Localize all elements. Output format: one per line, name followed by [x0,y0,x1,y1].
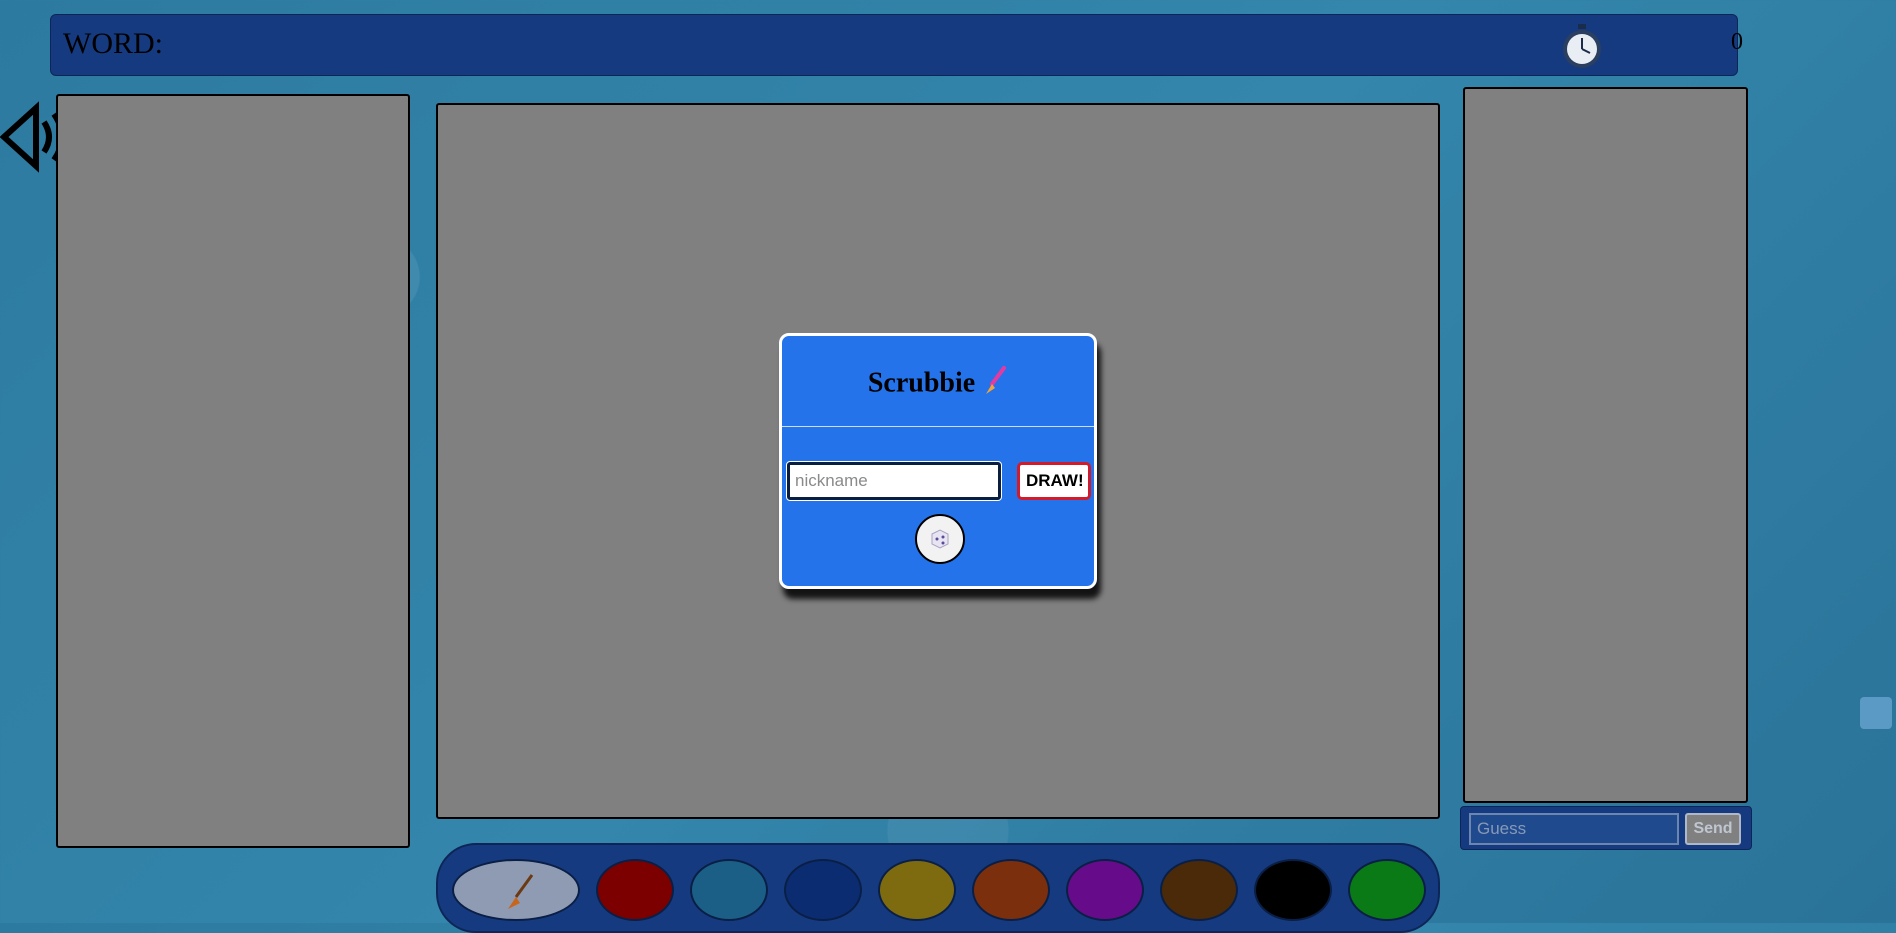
color-swatch-brown[interactable] [1160,859,1238,921]
color-swatch-red[interactable] [596,859,674,921]
join-modal: Scrubbie DRAW! [779,333,1097,589]
app-title: Scrubbie [867,367,976,399]
player-list-panel [56,94,410,848]
draw-button[interactable]: DRAW! [1017,462,1091,500]
random-name-button[interactable] [915,514,965,564]
side-widget-icon[interactable] [1860,697,1892,729]
dice-icon [928,527,952,556]
paintbrush-icon [982,366,1008,404]
color-swatch-navy[interactable] [784,859,862,921]
color-swatch-green[interactable] [1348,859,1426,921]
color-swatch-teal[interactable] [690,859,768,921]
modal-divider [782,426,1094,427]
chat-log-panel [1463,87,1748,803]
word-label: WORD: [63,27,163,60]
color-swatch-black[interactable] [1254,859,1332,921]
send-button[interactable]: Send [1685,813,1741,845]
stopwatch-icon [1559,23,1605,69]
guess-input[interactable] [1469,813,1679,845]
modal-title: Scrubbie [782,366,1094,404]
color-swatch-orange[interactable] [972,859,1050,921]
chat-bar: Send [1460,806,1752,850]
score: 0 [1731,29,1743,55]
color-swatch-purple[interactable] [1066,859,1144,921]
brush-icon [502,873,536,918]
nickname-input[interactable] [786,461,1002,501]
color-palette [436,843,1440,933]
brush-tool[interactable] [452,859,580,921]
top-bar: WORD: 0 [50,14,1743,76]
color-swatch-olive[interactable] [878,859,956,921]
